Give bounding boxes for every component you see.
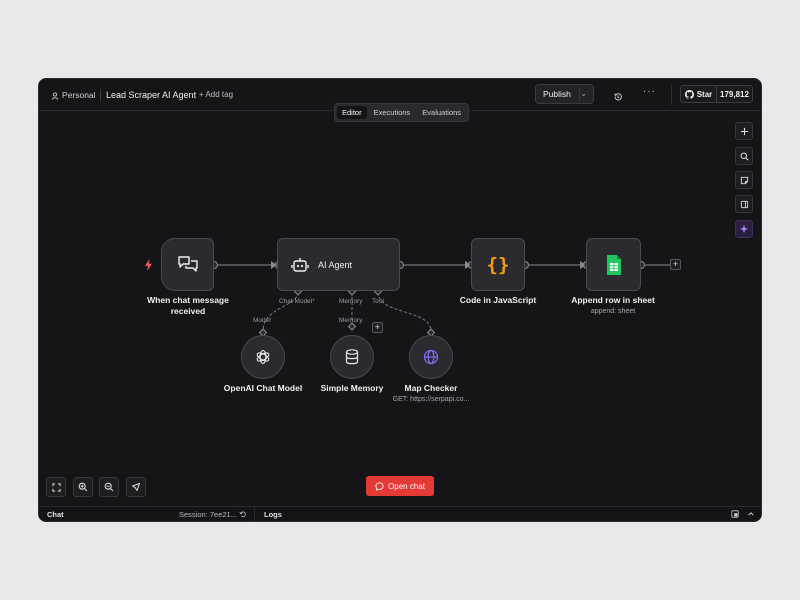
node-simple-memory[interactable] bbox=[330, 335, 374, 379]
node-ai-agent[interactable]: AI Agent bbox=[277, 238, 400, 291]
reset-session-icon[interactable] bbox=[239, 510, 247, 520]
required-marker: * bbox=[312, 298, 315, 305]
node-title: AI Agent bbox=[318, 259, 353, 270]
add-next-node-button[interactable]: + bbox=[670, 259, 681, 270]
globe-icon bbox=[423, 349, 439, 365]
database-icon bbox=[345, 349, 359, 365]
fullscreen-icon bbox=[51, 482, 61, 492]
node-append-row-sheet[interactable] bbox=[586, 238, 641, 291]
google-sheets-icon bbox=[606, 254, 621, 275]
chat-icon bbox=[177, 255, 198, 272]
fit-view-button[interactable] bbox=[46, 477, 66, 497]
chevron-up-icon[interactable] bbox=[747, 510, 755, 520]
open-chat-button[interactable]: Open chat bbox=[366, 476, 434, 496]
memory-output-port[interactable] bbox=[347, 322, 357, 331]
node-subtitle: append: sheet bbox=[590, 308, 636, 315]
node-label: Append row in sheet bbox=[571, 295, 655, 305]
cursor-icon bbox=[132, 483, 140, 491]
port-label-model: Model bbox=[253, 317, 271, 324]
node-openai-chat-model[interactable] bbox=[241, 335, 285, 379]
lightning-bolt-icon bbox=[145, 259, 152, 271]
chat-panel-title[interactable]: Chat bbox=[47, 510, 64, 519]
node-label: Code in JavaScript bbox=[459, 295, 537, 305]
zoom-out-button[interactable] bbox=[99, 477, 119, 497]
bottom-panel-bar: Chat Session: 7ee21... Logs bbox=[39, 506, 761, 521]
add-tool-button[interactable]: + bbox=[372, 322, 383, 333]
port-label-memory: Memory bbox=[339, 298, 363, 305]
braces-icon: {} bbox=[486, 253, 510, 276]
session-id: Session: 7ee21... bbox=[179, 510, 237, 519]
openai-icon bbox=[256, 349, 270, 365]
open-chat-label: Open chat bbox=[388, 481, 425, 491]
node-subtitle: GET: https://serpapi.co... bbox=[392, 396, 470, 403]
workflow-editor-window: Personal Lead Scraper AI Agent + Add tag… bbox=[38, 78, 762, 522]
port-label-chat-model: Chat Model* bbox=[279, 298, 315, 305]
zoom-in-button[interactable] bbox=[73, 477, 93, 497]
node-label: When chat message received bbox=[147, 295, 229, 316]
port-label-tool: Tool bbox=[372, 298, 384, 305]
port-label-memory-sub: Memory bbox=[339, 317, 363, 324]
robot-icon bbox=[291, 257, 309, 272]
logs-panel-title[interactable]: Logs bbox=[264, 510, 282, 519]
pop-out-icon[interactable] bbox=[731, 510, 739, 520]
zoom-out-icon bbox=[104, 482, 114, 492]
node-label: Map Checker bbox=[404, 383, 458, 393]
pointer-tool-button[interactable] bbox=[126, 477, 146, 497]
node-chat-trigger[interactable] bbox=[161, 238, 214, 291]
bottom-divider bbox=[254, 507, 255, 521]
zoom-in-icon bbox=[78, 482, 88, 492]
chat-bubble-icon bbox=[375, 481, 384, 491]
node-code-javascript[interactable]: {} bbox=[471, 238, 525, 291]
node-map-checker[interactable] bbox=[409, 335, 453, 379]
